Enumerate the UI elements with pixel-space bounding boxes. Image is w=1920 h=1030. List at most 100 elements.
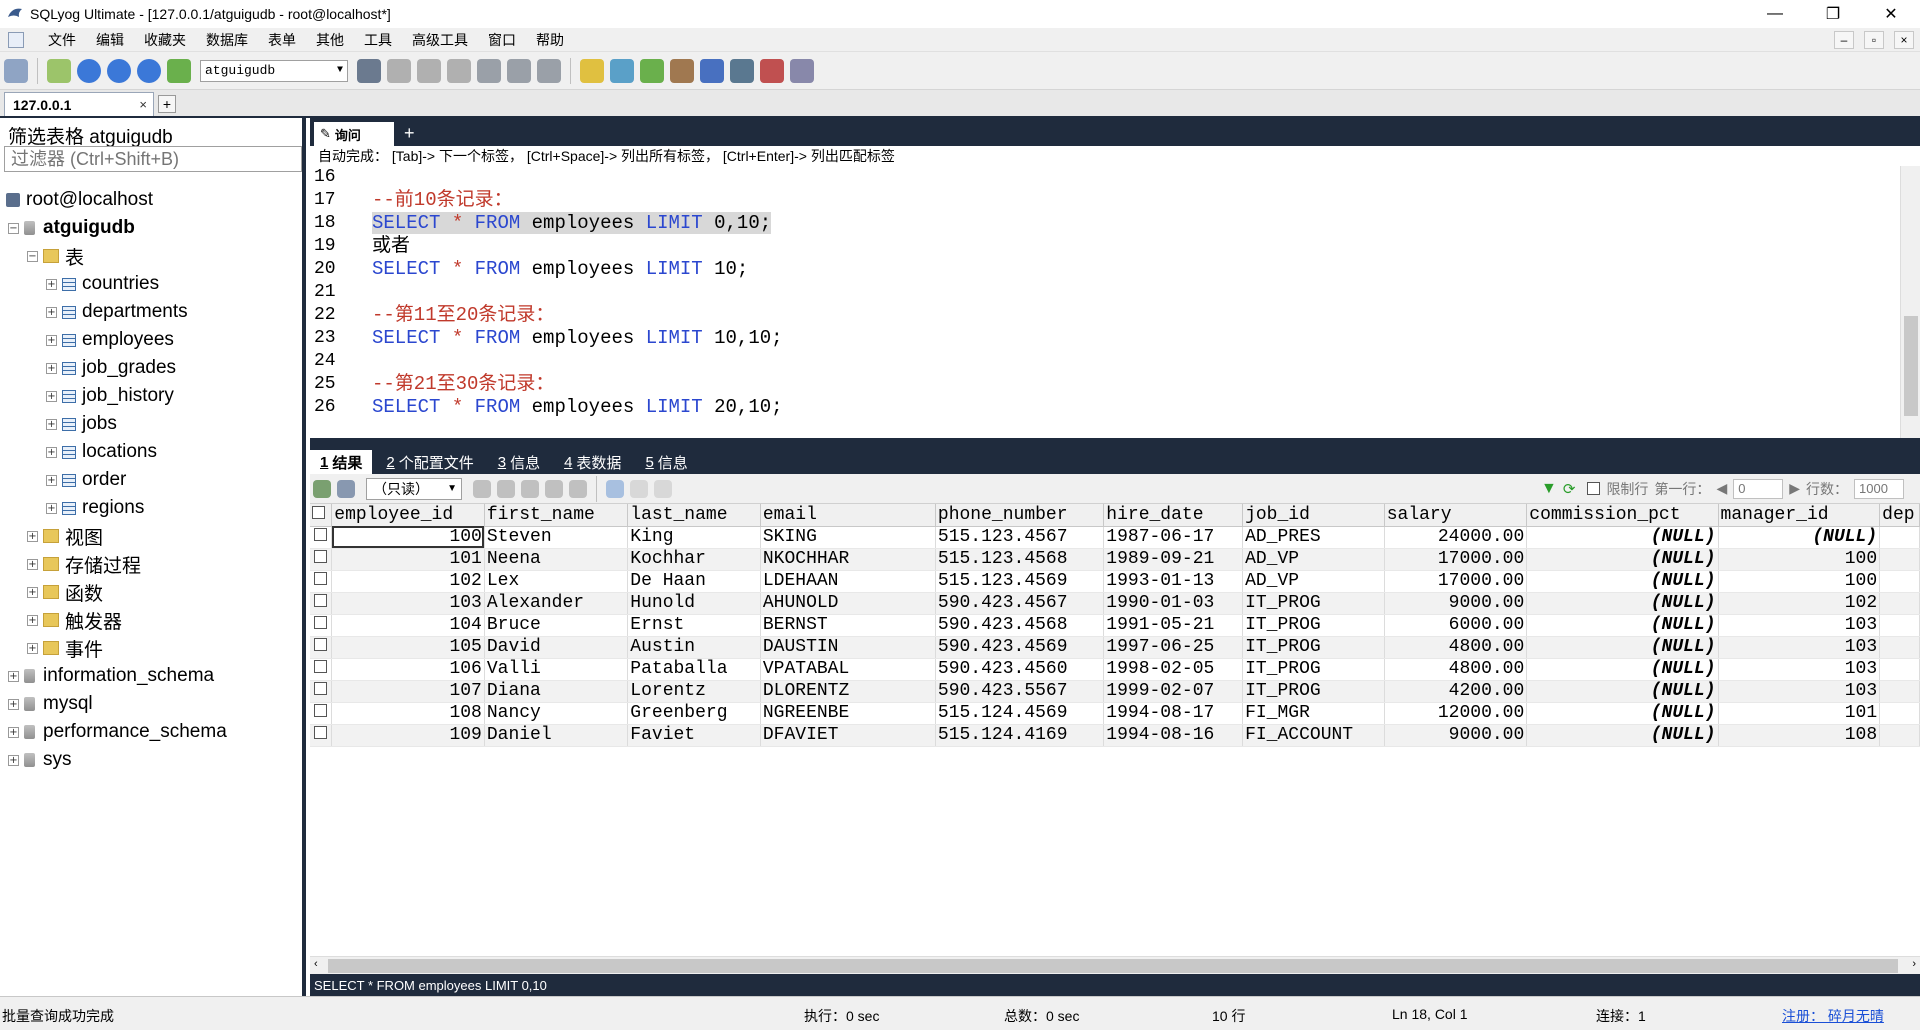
tab-messages[interactable]: 3 信息 <box>488 450 550 474</box>
new-query-icon[interactable] <box>47 58 71 83</box>
column-header[interactable]: email <box>760 504 936 527</box>
table-cell[interactable]: 12000.00 <box>1384 702 1528 725</box>
table-cell[interactable]: 102 <box>331 570 485 593</box>
table-row[interactable]: 103 Alexander Hunold AHUNOLD 590.423.4567 199… <box>310 592 1920 615</box>
tree-db-atguigudb[interactable]: − atguigudb <box>0 214 302 242</box>
scroll-right-icon[interactable]: › <box>1912 958 1916 970</box>
table-cell[interactable]: AHUNOLD <box>760 592 936 615</box>
table-cell[interactable]: 1987-06-17 <box>1103 526 1244 549</box>
table-cell[interactable]: AD_VP <box>1242 548 1385 571</box>
column-header[interactable]: employee_id <box>331 504 485 527</box>
table-cell[interactable]: Greenberg <box>627 702 761 725</box>
scroll-left-icon[interactable]: ‹ <box>314 958 318 970</box>
table-cell[interactable]: 17000.00 <box>1384 570 1528 593</box>
menu-tools[interactable]: 工具 <box>354 30 402 50</box>
tree-db[interactable]: + information_schema <box>0 662 302 690</box>
filter-icon[interactable]: ▼ <box>1541 480 1557 498</box>
tree-db[interactable]: + sys <box>0 746 302 774</box>
pane-splitter[interactable] <box>310 438 1920 446</box>
duplicate-row-icon[interactable] <box>497 479 515 498</box>
table-cell[interactable]: 590.423.4560 <box>935 658 1105 681</box>
rows-input[interactable]: 1000 <box>1854 478 1904 499</box>
table-cell[interactable]: 103 <box>1718 614 1881 637</box>
expand-icon[interactable]: + <box>27 614 38 626</box>
table-cell[interactable]: Faviet <box>627 724 761 747</box>
tree-table[interactable]: + locations <box>0 438 302 466</box>
table-cell[interactable]: 103 <box>1718 636 1881 659</box>
row-checkbox[interactable] <box>314 726 328 739</box>
table-cell[interactable]: Alexander <box>484 592 629 615</box>
table-cell[interactable]: 1994-08-17 <box>1103 702 1244 725</box>
table-cell[interactable]: 105 <box>331 636 485 659</box>
table-cell[interactable]: (NULL) <box>1718 526 1881 549</box>
column-header[interactable]: salary <box>1384 504 1528 527</box>
table-cell[interactable]: LDEHAAN <box>760 570 936 593</box>
table-cell[interactable]: DFAVIET <box>760 724 936 747</box>
table-cell[interactable]: AD_PRES <box>1242 526 1385 549</box>
delete-icon[interactable] <box>545 479 563 498</box>
expand-icon[interactable]: + <box>8 670 19 682</box>
table-cell[interactable]: 100 <box>1718 570 1881 593</box>
save-icon[interactable] <box>521 479 539 498</box>
document-icon[interactable] <box>8 31 24 48</box>
menu-help[interactable]: 帮助 <box>526 30 574 50</box>
menu-favorites[interactable]: 收藏夹 <box>134 30 196 50</box>
insert-row-icon[interactable] <box>473 479 491 498</box>
table-row[interactable]: 100 Steven King SKING 515.123.4567 1987-06-17… <box>310 526 1920 549</box>
tree-db[interactable]: + mysql <box>0 690 302 718</box>
row-select-cell[interactable] <box>310 526 333 549</box>
table-cell[interactable]: NKOCHHAR <box>760 548 936 571</box>
tree-folder-tables[interactable]: − 表 <box>0 242 302 270</box>
table-cell[interactable]: Kochhar <box>627 548 761 571</box>
form-view-icon[interactable] <box>630 479 648 498</box>
table-cell[interactable]: Daniel <box>484 724 629 747</box>
register-link[interactable]: 注册： 碎月无晴 <box>1782 1006 1884 1026</box>
table-cell[interactable]: (NULL) <box>1526 570 1719 593</box>
table-cell[interactable]: 109 <box>331 724 485 747</box>
table-cell[interactable]: DLORENTZ <box>760 680 936 703</box>
expand-icon[interactable]: + <box>46 418 57 430</box>
expand-icon[interactable]: + <box>8 754 19 766</box>
table-cell[interactable]: NGREENBE <box>760 702 936 725</box>
refresh-icon[interactable]: ⟳ <box>1563 480 1576 498</box>
table-cell[interactable]: 590.423.5567 <box>935 680 1105 703</box>
table-cell[interactable]: Pataballa <box>627 658 761 681</box>
tab-profile[interactable]: 2 个配置文件 <box>376 450 483 474</box>
tree-table[interactable]: + departments <box>0 298 302 326</box>
table-cell[interactable]: 590.423.4567 <box>935 592 1105 615</box>
column-header[interactable]: hire_date <box>1103 504 1244 527</box>
horizontal-scrollbar[interactable]: ‹ › <box>310 956 1920 974</box>
new-connection-icon[interactable] <box>4 58 28 83</box>
scheduler-icon[interactable] <box>730 58 754 83</box>
table-cell[interactable]: (NULL) <box>1526 592 1719 615</box>
expand-icon[interactable]: + <box>27 642 38 654</box>
table-cell[interactable]: SKING <box>760 526 936 549</box>
menu-file[interactable]: 文件 <box>38 30 86 50</box>
result-grid[interactable]: employee_id first_name last_name email p… <box>310 504 1920 956</box>
select-all-checkbox[interactable] <box>312 505 325 519</box>
tab-table-data[interactable]: 4 表数据 <box>554 450 631 474</box>
column-header[interactable]: last_name <box>627 504 761 527</box>
table-row[interactable]: 109 Daniel Faviet DFAVIET 515.124.4169 1994-0… <box>310 724 1920 747</box>
table-cell[interactable]: BERNST <box>760 614 936 637</box>
table-cell[interactable]: Ernst <box>627 614 761 637</box>
scrollbar-thumb[interactable] <box>328 959 1898 973</box>
table-data-icon[interactable] <box>537 58 561 83</box>
table-cell[interactable]: 590.423.4569 <box>935 636 1105 659</box>
menu-table[interactable]: 表单 <box>258 30 306 50</box>
column-header[interactable]: first_name <box>484 504 629 527</box>
table-cell[interactable]: IT_PROG <box>1242 658 1385 681</box>
table-cell[interactable]: De Haan <box>627 570 761 593</box>
mdi-minimize-button[interactable]: – <box>1834 30 1854 49</box>
table-cell[interactable]: 1990-01-03 <box>1103 592 1244 615</box>
row-select-cell[interactable] <box>310 680 333 703</box>
table-cell[interactable]: Valli <box>484 658 629 681</box>
view-options-icon[interactable] <box>337 479 355 498</box>
expand-icon[interactable]: + <box>46 334 57 346</box>
execute-all-icon[interactable] <box>107 58 131 83</box>
table-cell[interactable]: (NULL) <box>1526 548 1719 571</box>
table-cell[interactable]: IT_PROG <box>1242 614 1385 637</box>
next-page-icon[interactable]: ▶ <box>1789 480 1800 497</box>
table-cell[interactable]: 104 <box>331 614 485 637</box>
first-row-input[interactable]: 0 <box>1733 478 1784 499</box>
